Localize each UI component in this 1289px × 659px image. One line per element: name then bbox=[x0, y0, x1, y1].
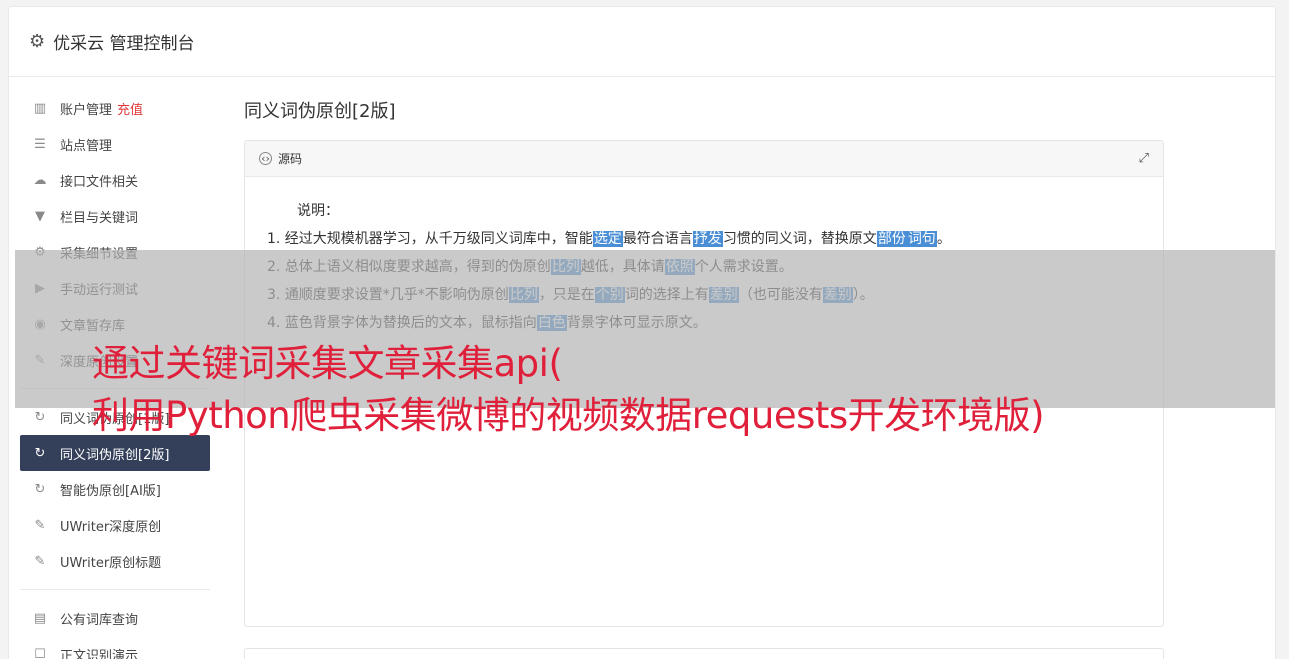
sidebar-item[interactable]: ☰ 站点管理 bbox=[20, 126, 210, 162]
cloud-upload-icon: ☁ bbox=[33, 172, 47, 188]
sidebar-item-label: 接口文件相关 bbox=[60, 174, 139, 190]
edit-icon: ✎ bbox=[34, 553, 46, 569]
gear-icon[interactable]: ⚙ bbox=[29, 31, 45, 52]
sidebar-item-label: 正文识别演示 bbox=[60, 648, 139, 659]
sidebar-item-label: 同义词伪原创[2版] bbox=[60, 447, 170, 463]
sidebar-item[interactable]: ☐ 正文识别演示 bbox=[20, 636, 210, 659]
refresh-icon: ↻ bbox=[34, 481, 46, 497]
edit-icon: ✎ bbox=[34, 517, 46, 533]
sidebar-item-label: 智能伪原创[AI版] bbox=[60, 483, 161, 499]
sidebar-item-label: UWriter深度原创 bbox=[60, 519, 162, 535]
square-icon: ☐ bbox=[34, 646, 46, 659]
overlay-title-line1: 通过关键词采集文章采集api( bbox=[92, 342, 563, 385]
sidebar-item-label: 账户管理 bbox=[60, 102, 113, 118]
book-icon: ▤ bbox=[33, 610, 47, 626]
app-title: 优采云 管理控制台 bbox=[53, 34, 195, 54]
bar-chart-icon: ▥ bbox=[33, 100, 47, 116]
refresh-icon: ↻ bbox=[34, 409, 46, 425]
sidebar-item-label: UWriter原创标题 bbox=[60, 555, 162, 571]
code-icon: ‹› bbox=[259, 152, 272, 165]
top-bar: ⚙ 优采云 管理控制台 bbox=[9, 7, 1275, 77]
text-segment: 。 bbox=[936, 231, 951, 247]
sidebar-item-label: 站点管理 bbox=[60, 138, 113, 154]
text-segment: 习惯的同义词，替换原文 bbox=[722, 231, 877, 247]
sidebar-item[interactable]: ☁ 接口文件相关 bbox=[20, 162, 210, 198]
sidebar-item[interactable]: ▥ 账户管理 充值 bbox=[20, 90, 210, 126]
overlay-title-line2: 利用Python爬虫采集微博的视频数据requests开发环境版) bbox=[92, 394, 1045, 437]
explain-label: 说明： bbox=[297, 203, 339, 219]
replaced-word[interactable]: 选定 bbox=[592, 231, 623, 247]
replaced-word[interactable]: 词句 bbox=[906, 231, 937, 247]
server-icon: ☰ bbox=[34, 136, 46, 152]
replaced-word[interactable]: 抒发 bbox=[692, 231, 723, 247]
replaced-word[interactable]: 部份 bbox=[876, 231, 907, 247]
sidebar-item[interactable]: ▤ 公有词库查询 bbox=[20, 600, 210, 636]
second-panel bbox=[244, 648, 1164, 659]
refresh-icon: ↻ bbox=[34, 445, 46, 461]
sidebar-item[interactable]: ↻ 智能伪原创[AI版] bbox=[20, 471, 210, 507]
page-title: 同义词伪原创[2版] bbox=[244, 101, 396, 122]
recharge-link[interactable]: 充值 bbox=[117, 99, 143, 118]
nav-separator bbox=[20, 589, 210, 590]
text-segment: 最符合语言 bbox=[622, 231, 693, 247]
sidebar-item[interactable]: ✎ UWriter原创标题 bbox=[20, 543, 210, 579]
overlay-title: 通过关键词采集文章采集api( 利用Python爬虫采集微博的视频数据reque… bbox=[92, 338, 1272, 442]
sidebar-item[interactable]: ✎ UWriter深度原创 bbox=[20, 507, 210, 543]
expand-icon[interactable]: ⤢ bbox=[1139, 151, 1149, 166]
text-segment: 1. 经过大规模机器学习，从千万级同义词库中，智能 bbox=[267, 231, 593, 247]
explain-line: 1. 经过大规模机器学习，从千万级同义词库中，智能选定最符合语言抒发习惯的同义词… bbox=[267, 225, 1141, 253]
filter-icon: ▼ bbox=[35, 208, 45, 224]
sidebar-item-label: 栏目与关键词 bbox=[60, 210, 139, 226]
sidebar-item[interactable]: ▼ 栏目与关键词 bbox=[20, 198, 210, 234]
sidebar-item-label: 公有词库查询 bbox=[60, 612, 139, 628]
panel-header: ‹› 源码 ⤢ bbox=[245, 141, 1163, 177]
panel-header-label: 源码 bbox=[278, 152, 303, 166]
